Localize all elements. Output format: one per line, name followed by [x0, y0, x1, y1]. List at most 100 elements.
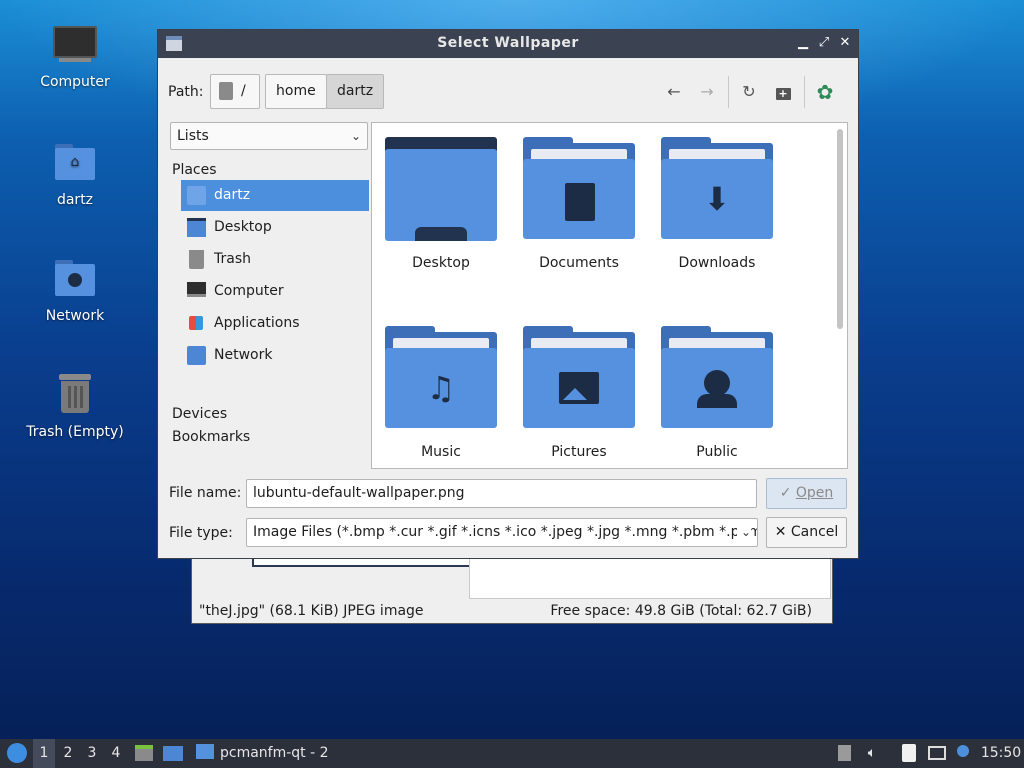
sidebar-item-trash[interactable]: Trash [181, 244, 369, 275]
clock[interactable]: 15:50 [980, 739, 1022, 768]
path-bar: Path: / home dartz ← → ↻ + ✿ [168, 74, 852, 110]
breadcrumb-label: dartz [337, 83, 374, 99]
network-status-icon[interactable] [926, 739, 948, 768]
workspace-label: 3 [87, 745, 97, 761]
file-grid: Desktop Documents ⬇ Downloads ♫ Music Pi… [371, 122, 848, 469]
background-window-preview [469, 557, 831, 599]
notification-icon[interactable] [952, 739, 974, 768]
tray-updates-icon[interactable] [834, 739, 854, 768]
forward-arrow-icon[interactable]: → [695, 80, 719, 104]
background-file-manager-window[interactable]: "theJ.jpg" (68.1 KiB) JPEG image Free sp… [191, 556, 833, 624]
path-label: Path: [168, 84, 204, 100]
drive-icon [219, 82, 233, 100]
sidebar-item-dartz[interactable]: dartz [181, 180, 369, 211]
desktop-icon-network[interactable]: Network [15, 256, 135, 324]
minimize-button[interactable]: ▁ [794, 34, 812, 52]
desktop-folder-icon [187, 218, 206, 237]
folder-label: Public [696, 444, 738, 460]
chevron-down-icon: ⌄ [350, 129, 361, 143]
new-folder-icon[interactable]: + [771, 80, 795, 104]
open-button-label: Open [795, 485, 834, 501]
workspace-1[interactable]: 1 [33, 739, 55, 768]
places-section-label: Places [172, 162, 217, 178]
breadcrumb-label: / [241, 83, 246, 99]
file-manager-launcher-icon[interactable] [133, 739, 155, 768]
folder-label: Music [421, 444, 461, 460]
task-pcmanfm[interactable]: pcmanfm-qt - 2 windo… [192, 739, 384, 768]
close-icon: ✕ [774, 524, 787, 540]
sidebar-item-computer[interactable]: Computer [181, 276, 369, 307]
network-folder-icon [187, 346, 206, 365]
desktop-icon-computer[interactable]: Computer [15, 22, 135, 90]
vertical-scrollbar[interactable] [837, 129, 843, 329]
folder-item-documents[interactable]: Documents [514, 137, 644, 271]
public-folder-icon [661, 326, 773, 430]
folder-item-downloads[interactable]: ⬇ Downloads [652, 137, 782, 271]
open-button[interactable]: ✓ Open [766, 478, 847, 509]
sidebar-item-label: Trash [214, 251, 251, 267]
documents-folder-icon [523, 137, 635, 241]
trash-icon [189, 250, 204, 269]
file-type-value: Image Files (*.bmp *.cur *.gif *.icns *.… [253, 524, 758, 540]
checkmark-icon: ✓ [779, 485, 792, 501]
folder-item-music[interactable]: ♫ Music [376, 326, 506, 460]
close-button[interactable]: ✕ [836, 34, 854, 52]
breadcrumb-label: home [276, 83, 316, 99]
bookmarks-section-label[interactable]: Bookmarks [172, 429, 250, 445]
workspace-3[interactable]: 3 [81, 739, 103, 768]
music-folder-icon: ♫ [385, 326, 497, 430]
dialog-title: Select Wallpaper [437, 35, 579, 51]
folder-item-public[interactable]: Public [652, 326, 782, 460]
folder-item-desktop[interactable]: Desktop [376, 137, 506, 271]
file-name-input[interactable]: lubuntu-default-wallpaper.png [246, 479, 757, 508]
folder-item-pictures[interactable]: Pictures [514, 326, 644, 460]
cancel-button[interactable]: ✕ Cancel [766, 517, 847, 548]
volume-icon[interactable]: 🔈︎ [861, 739, 883, 768]
select-wallpaper-dialog: Select Wallpaper ▁ ⤢ ✕ Path: / home dart… [157, 29, 859, 559]
desktop-icon-label: Network [45, 308, 105, 324]
reload-icon[interactable]: ↻ [737, 80, 761, 104]
sidebar-item-label: Desktop [214, 219, 272, 235]
file-name-value: lubuntu-default-wallpaper.png [253, 485, 465, 501]
toolbar-separator [804, 76, 805, 108]
pictures-folder-icon [523, 326, 635, 430]
folder-label: Documents [539, 255, 619, 271]
maximize-button[interactable]: ⤢ [815, 34, 833, 52]
view-mode-select[interactable]: Lists ⌄ [170, 122, 368, 150]
sidebar-item-label: dartz [214, 187, 251, 203]
view-options-icon[interactable]: ✿ [813, 80, 837, 104]
show-desktop-icon[interactable] [161, 739, 185, 768]
sidebar-item-desktop[interactable]: Desktop [181, 212, 369, 243]
monitor-icon [51, 22, 99, 70]
home-icon [187, 186, 206, 205]
places-sidebar: Places dartz Desktop Trash Computer Appl… [170, 156, 370, 456]
dialog-titlebar[interactable]: Select Wallpaper ▁ ⤢ ✕ [158, 30, 858, 58]
breadcrumb-dartz[interactable]: dartz [326, 74, 385, 109]
desktop-icon-trash[interactable]: Trash (Empty) [15, 372, 135, 440]
chevron-down-icon: ⌄ [736, 519, 751, 546]
folder-icon [196, 744, 214, 759]
workspace-4[interactable]: 4 [105, 739, 127, 768]
devices-section-label[interactable]: Devices [172, 406, 227, 422]
breadcrumb-home[interactable]: home [265, 74, 327, 109]
sidebar-item-network[interactable]: Network [181, 340, 369, 371]
folder-label: Desktop [412, 255, 470, 271]
clipboard-icon[interactable] [898, 739, 920, 768]
taskbar: 1 2 3 4 pcmanfm-qt - 2 windo… 🔈︎ 15:50 [0, 739, 1024, 768]
breadcrumb-root[interactable]: / [210, 74, 260, 109]
main-menu-icon[interactable] [4, 739, 30, 768]
desktop-icon-dartz[interactable]: ⌂ dartz [15, 140, 135, 208]
sidebar-item-label: Network [214, 347, 273, 363]
sidebar-item-applications[interactable]: Applications [181, 308, 369, 339]
desktop-icon-label: Computer [40, 74, 110, 90]
view-mode-value: Lists [177, 128, 209, 144]
workspace-label: 4 [111, 745, 121, 761]
folder-label: Downloads [678, 255, 756, 271]
workspace-2[interactable]: 2 [57, 739, 79, 768]
status-free-space: Free space: 49.8 GiB (Total: 62.7 GiB) [550, 603, 812, 619]
applications-icon [189, 316, 203, 330]
back-arrow-icon[interactable]: ← [662, 80, 686, 104]
task-label: pcmanfm-qt - 2 windo… [220, 745, 329, 761]
status-file-info: "theJ.jpg" (68.1 KiB) JPEG image [199, 603, 424, 619]
file-type-select[interactable]: Image Files (*.bmp *.cur *.gif *.icns *.… [246, 518, 758, 547]
